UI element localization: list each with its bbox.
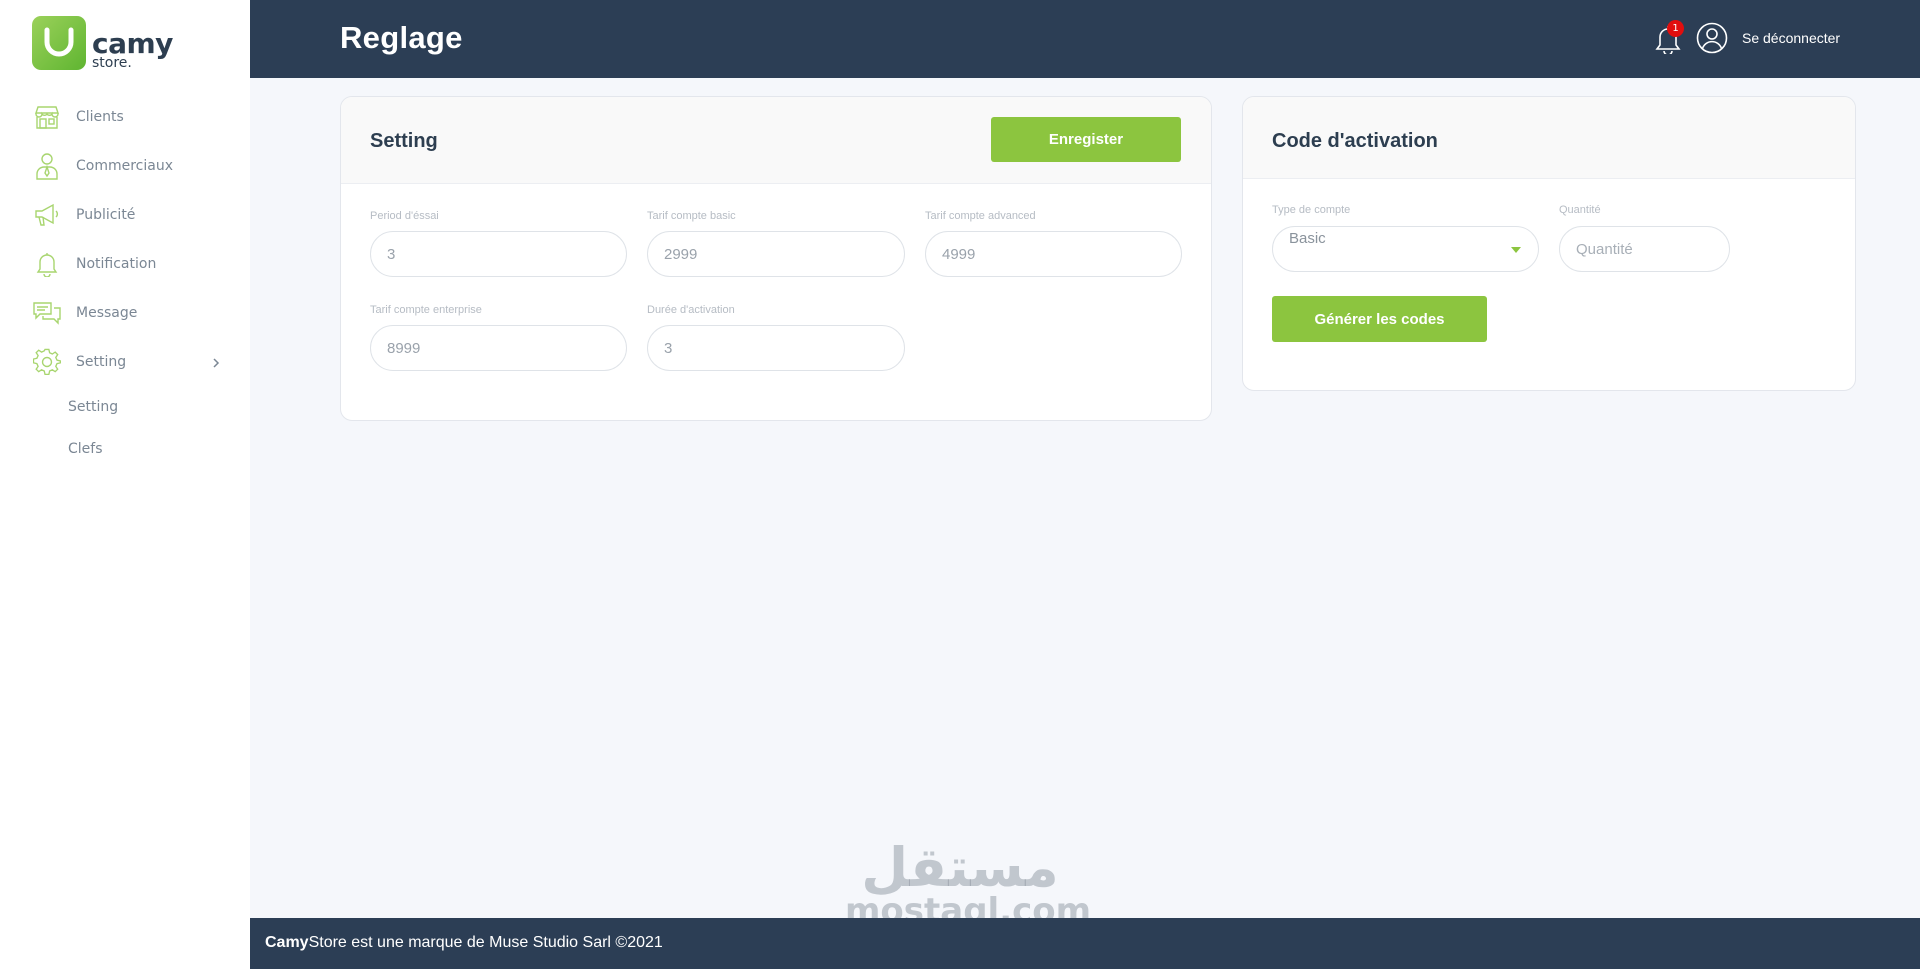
sidebar-item-commerciaux[interactable]: Commerciaux	[0, 141, 250, 190]
sidebar-subitem-clefs[interactable]: Clefs	[0, 428, 250, 470]
account-type-label: Type de compte	[1272, 204, 1351, 216]
caret-down-icon	[1511, 247, 1521, 253]
save-button[interactable]: Enregister	[991, 117, 1181, 162]
quantity-input[interactable]	[1559, 226, 1730, 272]
advanced-price-input[interactable]	[925, 231, 1182, 277]
account-type-value: Basic	[1289, 230, 1326, 247]
basic-price-label: Tarif compte basic	[647, 210, 736, 222]
sidebar-item-label: Message	[76, 304, 138, 321]
gear-icon	[32, 347, 62, 377]
generate-codes-button[interactable]: Générer les codes	[1272, 296, 1487, 342]
salesperson-icon	[32, 151, 62, 181]
bell-icon	[32, 249, 62, 279]
user-avatar-icon[interactable]	[1696, 22, 1728, 54]
top-header: Reglage 1 Se déconnecter	[250, 0, 1920, 78]
sidebar-subitem-setting[interactable]: Setting	[0, 386, 250, 428]
page-title: Reglage	[340, 20, 463, 55]
sidebar-nav: Clients Commerciaux Publicité Notificati…	[0, 92, 250, 470]
activation-duration-input[interactable]	[647, 325, 905, 371]
activation-duration-label: Durée d'activation	[647, 304, 735, 316]
brand-logo[interactable]: camy store.	[32, 16, 173, 70]
setting-card-header: Setting Enregister	[341, 97, 1211, 184]
sidebar-item-label: Notification	[76, 255, 157, 272]
enterprise-price-input[interactable]	[370, 325, 627, 371]
chevron-right-icon	[212, 354, 220, 373]
quantity-label: Quantité	[1559, 204, 1601, 216]
footer: CamyStore est une marque de Muse Studio …	[250, 918, 1920, 969]
sidebar-item-publicite[interactable]: Publicité	[0, 190, 250, 239]
sidebar-item-notification[interactable]: Notification	[0, 239, 250, 288]
footer-brand: Camy	[265, 934, 309, 951]
trial-period-label: Period d'éssai	[370, 210, 439, 222]
account-type-select[interactable]: Basic	[1272, 226, 1539, 272]
sidebar-item-label: Publicité	[76, 206, 136, 223]
trial-period-input[interactable]	[370, 231, 627, 277]
activation-code-card: Code d'activation Type de compte Basic Q…	[1242, 96, 1856, 391]
setting-card-title: Setting	[370, 130, 438, 152]
activation-card-title: Code d'activation	[1272, 130, 1438, 152]
sidebar-item-clients[interactable]: Clients	[0, 92, 250, 141]
sidebar-item-setting[interactable]: Setting	[0, 337, 250, 386]
footer-copyright: Store est une marque de Muse Studio Sarl…	[308, 934, 663, 951]
brand-name: camy	[92, 27, 173, 60]
basic-price-input[interactable]	[647, 231, 905, 277]
megaphone-icon	[32, 200, 62, 230]
activation-card-header: Code d'activation	[1243, 97, 1855, 179]
sidebar: camy store. Clients Commerciaux Publicit…	[0, 0, 250, 969]
watermark-arabic: مستقل	[861, 836, 1059, 899]
chat-icon	[32, 298, 62, 328]
setting-card: Setting Enregister Period d'éssai Tarif …	[340, 96, 1212, 421]
logout-link[interactable]: Se déconnecter	[1742, 30, 1840, 46]
advanced-price-label: Tarif compte advanced	[925, 210, 1036, 222]
notification-count-badge: 1	[1667, 20, 1684, 37]
sidebar-item-label: Clients	[76, 108, 124, 125]
store-icon	[32, 102, 62, 132]
sidebar-item-label: Commerciaux	[76, 157, 174, 174]
watermark: مستقل mostaql.com	[845, 836, 1091, 929]
enterprise-price-label: Tarif compte enterprise	[370, 304, 482, 316]
sidebar-item-message[interactable]: Message	[0, 288, 250, 337]
smile-logo-icon	[32, 16, 86, 70]
sidebar-item-label: Setting	[76, 353, 127, 370]
footer-text: CamyStore est une marque de Muse Studio …	[265, 934, 663, 952]
